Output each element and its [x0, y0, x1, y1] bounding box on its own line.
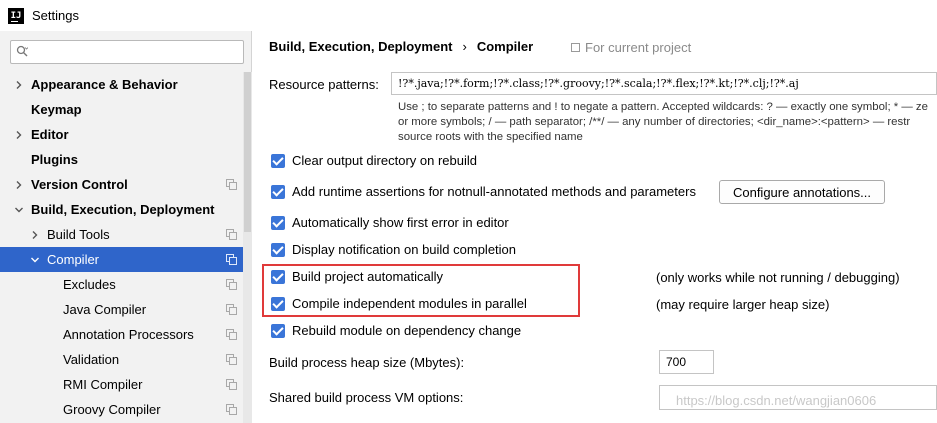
hint-line-2: or more symbols; / — path separator; /**… [398, 116, 911, 128]
sidebar-item-label: Version Control [31, 177, 128, 192]
runtime-assertions-option[interactable]: Add runtime assertions for notnull-annot… [271, 184, 696, 199]
window-title: Settings [32, 8, 79, 23]
breadcrumb-parent[interactable]: Build, Execution, Deployment [269, 39, 452, 54]
heap-size-label: Build process heap size (Mbytes): [269, 355, 465, 370]
runtime-assertions-checkbox[interactable] [271, 184, 285, 199]
clear-output-label: Clear output directory on rebuild [292, 153, 477, 168]
sidebar-item-editor[interactable]: Editor [0, 122, 251, 147]
sidebar-item-label: Plugins [31, 152, 78, 167]
sidebar-item-appearance-behavior[interactable]: Appearance & Behavior [0, 72, 251, 97]
display-notification-checkbox[interactable] [271, 242, 285, 257]
sidebar-item-label: Build, Execution, Deployment [31, 202, 215, 217]
rebuild-on-change-option[interactable]: Rebuild module on dependency change [271, 323, 521, 338]
sidebar-item-build-execution-deployment[interactable]: Build, Execution, Deployment [0, 197, 251, 222]
intellij-app-icon: IJ [8, 8, 24, 24]
sidebar-item-excludes[interactable]: Excludes [0, 272, 251, 297]
scope-note-text: For current project [585, 40, 692, 55]
project-level-icon [226, 229, 237, 240]
show-first-error-option[interactable]: Automatically show first error in editor [271, 215, 509, 230]
sidebar-item-label: Java Compiler [63, 302, 147, 317]
sidebar-item-build-tools[interactable]: Build Tools [0, 222, 251, 247]
project-level-icon [226, 404, 237, 415]
hint-line-1: Use ; to separate patterns and ! to nega… [398, 101, 928, 113]
sidebar-item-label: Validation [63, 352, 120, 367]
project-level-icon [226, 279, 237, 290]
highlight-annotation-box [262, 264, 580, 317]
chevron-down-icon[interactable] [14, 205, 24, 215]
project-level-icon [226, 304, 237, 315]
compile-parallel-note: (may require larger heap size) [656, 297, 830, 312]
search-input[interactable] [10, 40, 244, 64]
sidebar-item-label: Compiler [47, 252, 100, 267]
scope-note: For current project [571, 40, 691, 55]
compiler-settings-panel: Build, Execution, Deployment › Compiler … [253, 31, 937, 423]
sidebar-item-label: Groovy Compiler [63, 402, 161, 417]
sidebar-item-rmi-compiler[interactable]: RMI Compiler [0, 372, 251, 397]
sidebar-item-label: Appearance & Behavior [31, 77, 178, 92]
rebuild-on-change-label: Rebuild module on dependency change [292, 323, 522, 338]
sidebar-item-plugins[interactable]: Plugins [0, 147, 251, 172]
show-first-error-label: Automatically show first error in editor [292, 215, 509, 230]
build-automatically-note: (only works while not running / debuggin… [656, 270, 900, 285]
chevron-down-icon[interactable] [30, 255, 40, 265]
vm-options-label: Shared build process VM options: [269, 390, 464, 405]
resource-patterns-label: Resource patterns: [269, 77, 379, 92]
sidebar-item-annotation-processors[interactable]: Annotation Processors [0, 322, 251, 347]
sidebar-item-label: Keymap [31, 102, 82, 117]
sidebar-scrollbar-thumb[interactable] [244, 72, 251, 232]
show-first-error-checkbox[interactable] [271, 215, 285, 230]
sidebar-item-label: Build Tools [47, 227, 110, 242]
project-level-icon [226, 254, 237, 265]
runtime-assertions-label: Add runtime assertions for notnull-annot… [292, 184, 696, 199]
clear-output-option[interactable]: Clear output directory on rebuild [271, 153, 477, 168]
display-notification-option[interactable]: Display notification on build completion [271, 242, 516, 257]
project-level-icon [226, 329, 237, 340]
resource-patterns-hint: Use ; to separate patterns and ! to nega… [398, 100, 937, 145]
sidebar-item-compiler[interactable]: Compiler [0, 247, 251, 272]
heap-size-field[interactable]: 700 [659, 350, 714, 374]
breadcrumb-current: Compiler [476, 39, 534, 54]
settings-sidebar: Appearance & Behavior Keymap Editor Plugins… [0, 31, 252, 423]
watermark: https://blog.csdn.net/wangjian0606 [676, 393, 877, 408]
sidebar-item-java-compiler[interactable]: Java Compiler [0, 297, 251, 322]
project-scope-icon [571, 43, 580, 52]
resource-patterns-field[interactable]: !?*.java;!?*.form;!?*.class;!?*.groovy;!… [391, 72, 937, 95]
configure-annotations-button[interactable]: Configure annotations... [719, 180, 885, 204]
project-level-icon [226, 354, 237, 365]
sidebar-item-label: Excludes [63, 277, 116, 292]
hint-line-3: source roots with the specified name [398, 131, 583, 143]
project-level-icon [226, 179, 237, 190]
chevron-right-icon[interactable] [14, 180, 24, 190]
chevron-right-icon[interactable] [30, 230, 40, 240]
sidebar-item-keymap[interactable]: Keymap [0, 97, 251, 122]
sidebar-item-label: RMI Compiler [63, 377, 143, 392]
rebuild-on-change-checkbox[interactable] [271, 323, 285, 338]
clear-output-checkbox[interactable] [271, 153, 285, 168]
breadcrumb: Build, Execution, Deployment › Compiler [269, 39, 533, 54]
chevron-right-icon[interactable] [14, 80, 24, 90]
sidebar-item-label: Annotation Processors [63, 327, 194, 342]
project-level-icon [226, 379, 237, 390]
sidebar-item-groovy-compiler[interactable]: Groovy Compiler [0, 397, 251, 422]
sidebar-item-version-control[interactable]: Version Control [0, 172, 251, 197]
sidebar-item-validation[interactable]: Validation [0, 347, 251, 372]
search-icon [16, 45, 28, 57]
sidebar-scrollbar[interactable] [243, 72, 252, 423]
sidebar-item-label: Editor [31, 127, 69, 142]
chevron-right-icon[interactable] [14, 130, 24, 140]
display-notification-label: Display notification on build completion [292, 242, 517, 257]
breadcrumb-separator: › [462, 39, 467, 54]
title-bar: IJ Settings [0, 0, 937, 31]
